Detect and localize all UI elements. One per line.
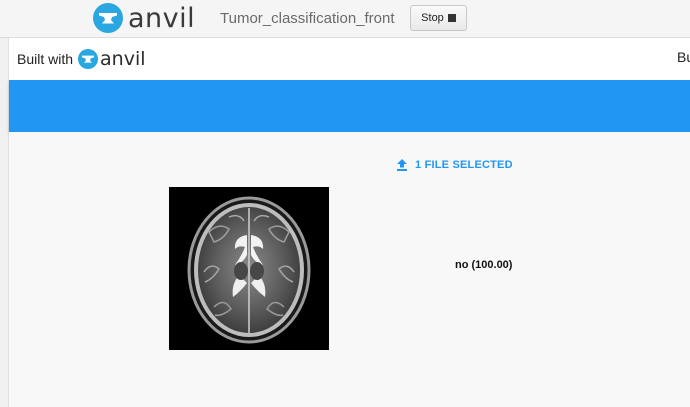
prediction-result-label: no (100.00) bbox=[455, 259, 513, 271]
ide-header: anvil Tumor_classification_front Stop bbox=[0, 0, 690, 38]
app-title: Tumor_classification_front bbox=[220, 10, 395, 27]
built-with-bar: Built with anvil Bu bbox=[9, 38, 690, 80]
built-with-brand: anvil bbox=[100, 47, 146, 70]
anvil-logo-icon bbox=[93, 3, 123, 33]
file-loader-button[interactable]: 1 FILE SELECTED bbox=[396, 159, 513, 171]
mri-scan-image bbox=[169, 187, 329, 350]
upload-icon bbox=[397, 159, 407, 171]
brand-name: anvil bbox=[128, 2, 196, 34]
anvil-brand[interactable]: anvil bbox=[93, 3, 195, 33]
built-with-badge[interactable]: Built with anvil bbox=[17, 49, 146, 69]
brain-mri-picture bbox=[169, 187, 329, 350]
file-loader-label: 1 FILE SELECTED bbox=[415, 159, 513, 171]
stop-square-icon bbox=[447, 14, 456, 22]
stop-button-label: Stop bbox=[421, 12, 444, 24]
stop-button[interactable]: Stop bbox=[410, 5, 467, 31]
built-with-label: Built with bbox=[17, 51, 74, 67]
main-content bbox=[9, 132, 690, 407]
app-frame-edge bbox=[0, 38, 9, 407]
anvil-logo-icon bbox=[78, 49, 99, 69]
app-window: anvil Tumor_classification_front Stop Bu… bbox=[0, 0, 690, 407]
built-with-truncated: Bu bbox=[677, 49, 690, 65]
app-nav-bar bbox=[9, 80, 690, 132]
